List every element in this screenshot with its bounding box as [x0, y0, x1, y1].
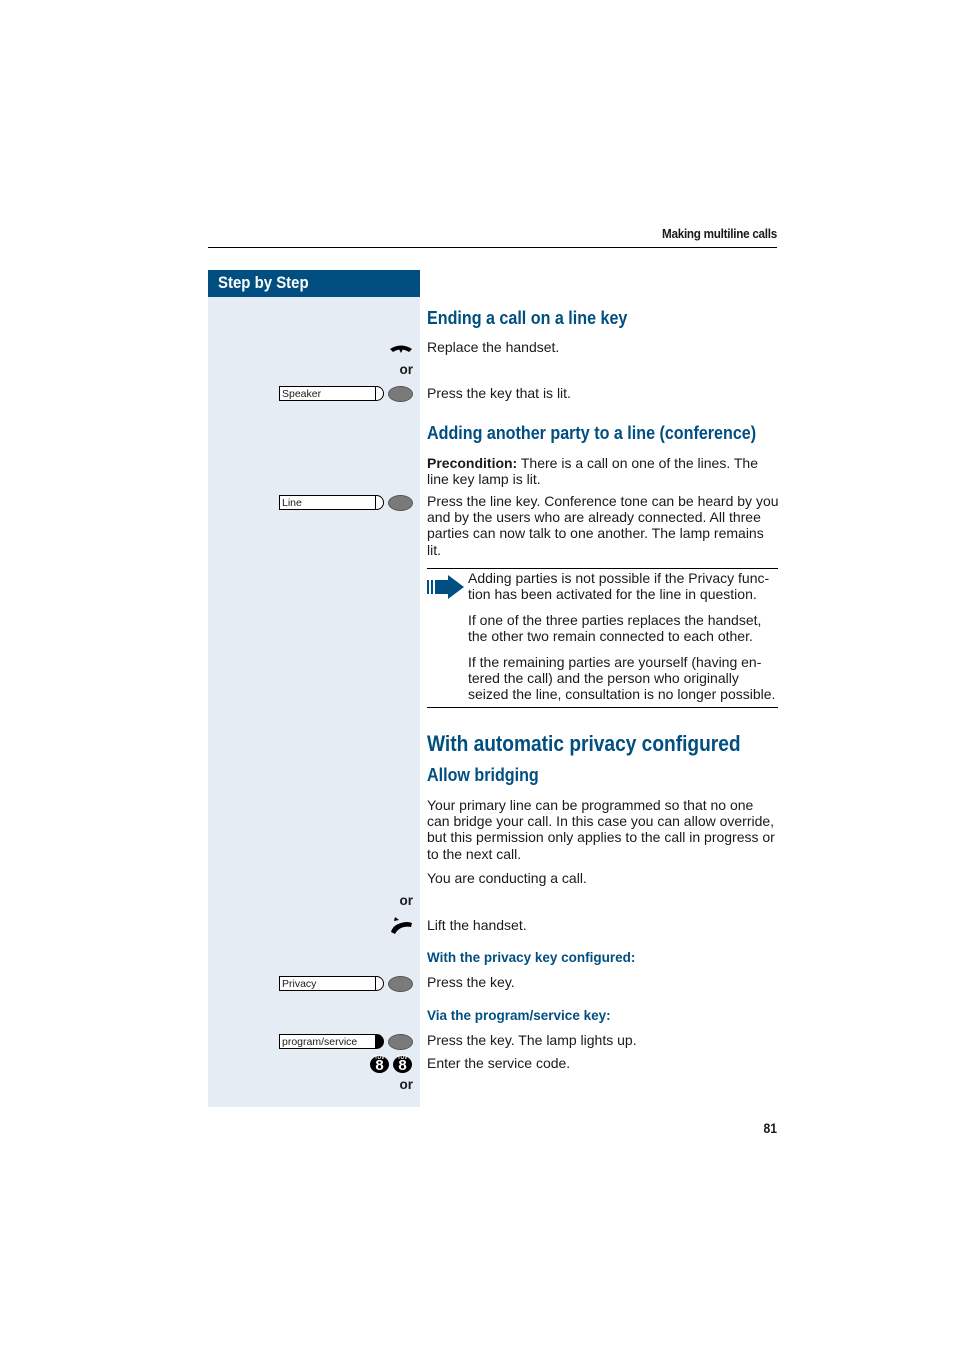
- lamp-icon: [388, 1034, 413, 1050]
- key-connector: [376, 495, 384, 510]
- header-rule: [208, 247, 777, 248]
- precondition-label: Precondition:: [427, 455, 518, 471]
- privacy-key[interactable]: Privacy: [279, 976, 414, 994]
- digit-8-key-icon[interactable]: TUV 8: [393, 1055, 412, 1074]
- digit-8-key-icon[interactable]: TUV 8: [370, 1055, 389, 1074]
- section-title-ending: Ending a call on a line key: [427, 307, 628, 328]
- step-press-lit-key: Press the key that is lit.: [427, 385, 571, 401]
- privacy-intro: Your primary line can be programmed so t…: [427, 797, 775, 862]
- step-lift-handset: Lift the handset.: [427, 917, 527, 933]
- page-number: 81: [763, 1121, 777, 1136]
- key-connector: [376, 976, 384, 991]
- step-replace-handset: Replace the handset.: [427, 339, 560, 355]
- line-key-label: Line: [279, 495, 376, 510]
- speaker-key[interactable]: Speaker: [279, 386, 414, 404]
- running-header: Making multiline calls: [661, 226, 777, 241]
- note-1: Adding parties is not possible if the Pr…: [468, 570, 770, 603]
- or-label: or: [399, 893, 414, 908]
- step-enter-service-code: Enter the service code.: [427, 1055, 571, 1071]
- step-press-program-key: Press the key. The lamp lights up.: [427, 1032, 637, 1048]
- lamp-icon: [388, 386, 413, 402]
- note-arrow-icon: [427, 575, 465, 599]
- or-label: or: [399, 362, 414, 377]
- step-press-line-key: Press the line key. Conference tone can …: [427, 493, 779, 558]
- precondition-text: Precondition: There is a call on one of …: [427, 455, 779, 487]
- lamp-icon: [388, 495, 413, 511]
- handset-down-icon: [389, 343, 413, 357]
- program-key-heading: Via the program/service key:: [427, 1008, 611, 1023]
- note-3: If the remaining parties are yourself (h…: [468, 654, 776, 703]
- line-key[interactable]: Line: [279, 495, 414, 513]
- note-2: If one of the three parties replaces the…: [468, 612, 762, 645]
- section-title-privacy: With automatic privacy configured: [427, 731, 741, 756]
- sidebar-title: Step by Step: [218, 273, 309, 292]
- program-service-key[interactable]: program/service: [279, 1034, 414, 1052]
- step-press-privacy-key: Press the key.: [427, 974, 515, 990]
- or-label: or: [399, 1077, 414, 1092]
- step-conducting-call: You are conducting a call.: [427, 870, 587, 886]
- note-rule-top: [427, 568, 778, 569]
- key-connector-lit: [376, 1034, 384, 1049]
- digit-sublabel: TUV: [397, 1055, 408, 1061]
- key-connector: [376, 386, 384, 401]
- handset-lift-icon: [389, 915, 413, 935]
- speaker-key-label: Speaker: [279, 386, 376, 401]
- privacy-key-heading: With the privacy key configured:: [427, 950, 636, 965]
- privacy-key-label: Privacy: [279, 976, 376, 991]
- digit-sublabel: TUV: [374, 1055, 385, 1061]
- sidebar-header: Step by Step: [208, 270, 420, 297]
- section-title-conference: Adding another party to a line (conferen…: [427, 422, 757, 443]
- program-service-key-label: program/service: [279, 1034, 376, 1049]
- note-rule-bottom: [427, 707, 778, 708]
- subsection-title-allow-bridging: Allow bridging: [427, 764, 539, 785]
- lamp-icon: [388, 976, 413, 992]
